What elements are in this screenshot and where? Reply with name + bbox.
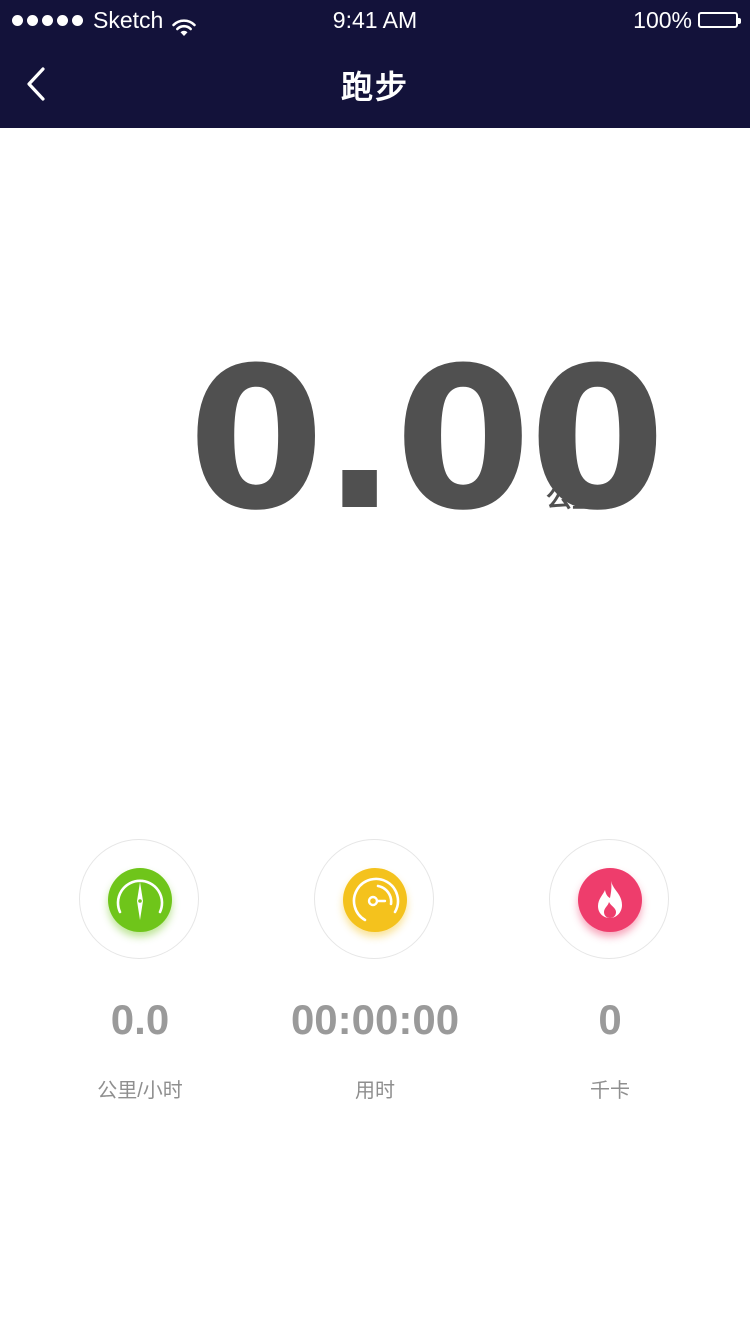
duration-icon-ring xyxy=(314,839,434,959)
speedometer-icon xyxy=(343,868,407,932)
duration-value: 00:00:00 xyxy=(290,996,460,1043)
duration-stat: 00:00:00 用时 xyxy=(255,838,495,1108)
calories-stat: 0 千卡 xyxy=(490,838,730,1108)
battery-icon xyxy=(698,12,741,28)
page-title: 跑步 xyxy=(340,69,409,105)
flame-icon xyxy=(578,868,642,932)
header: Sketch 9:41 AM 100% 跑步 xyxy=(0,0,750,128)
status-bar: Sketch 9:41 AM 100% xyxy=(0,0,750,40)
distance-unit: 公里 xyxy=(546,483,599,513)
speed-value: 0.0 xyxy=(110,996,170,1043)
nav-bar: 跑步 xyxy=(0,40,750,128)
speed-stat: 0.0 公里/小时 xyxy=(20,838,260,1108)
distance-display: 0.00 公里 xyxy=(0,342,750,538)
calories-label: 千卡 xyxy=(590,1080,630,1102)
compass-icon xyxy=(108,868,172,932)
speed-label: 公里/小时 xyxy=(97,1080,183,1102)
battery-percent: 100% xyxy=(633,7,692,33)
calories-value: 0 xyxy=(598,996,622,1043)
duration-label: 用时 xyxy=(355,1080,395,1102)
speed-icon-ring xyxy=(79,839,199,959)
status-right: 100% xyxy=(633,0,741,40)
calories-icon-ring xyxy=(549,839,669,959)
